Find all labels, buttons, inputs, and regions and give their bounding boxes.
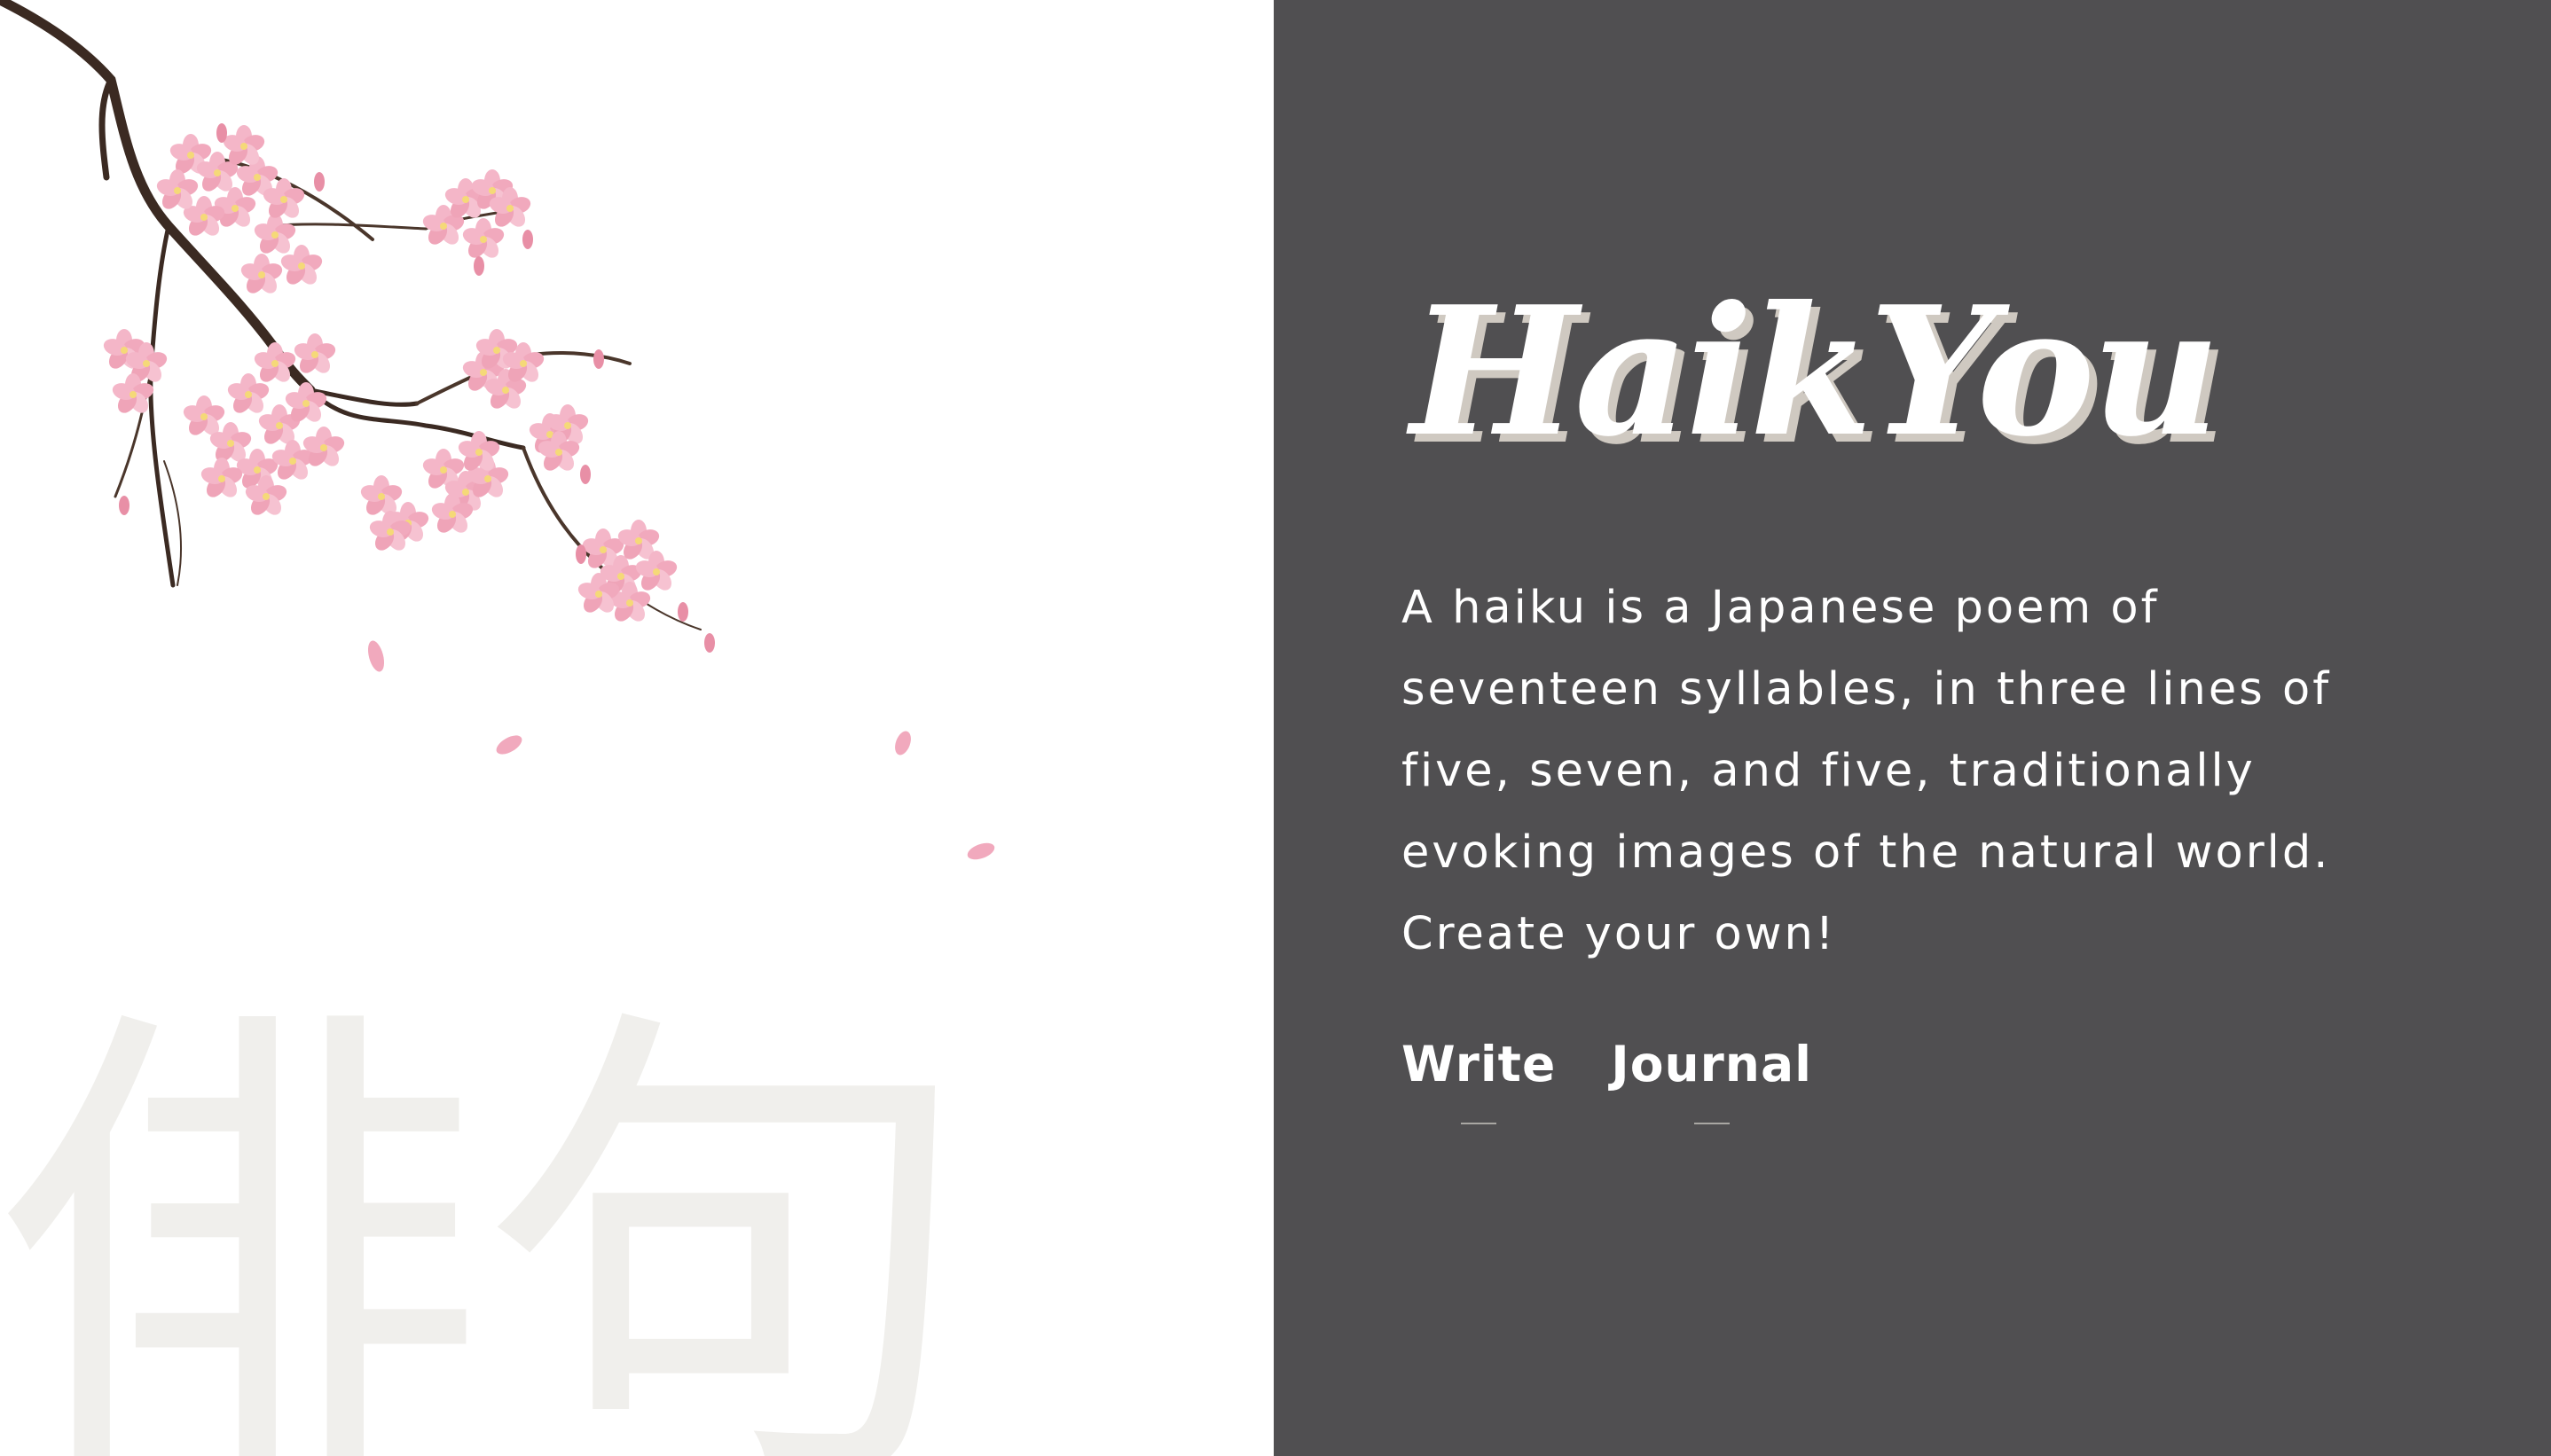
intro-line: five, seven, and five, traditionally (1401, 745, 2256, 797)
intro-line: A haiku is a Japanese poem of (1401, 582, 2160, 634)
main-nav: Write Journal (1401, 1029, 1812, 1124)
intro-line: Create your own! (1401, 908, 1837, 960)
blossom-cluster-tip (576, 520, 715, 653)
blossom-cluster-top (154, 123, 325, 297)
blossom-cluster-right (420, 169, 533, 276)
intro-description: A haiku is a Japanese poem of seventeen … (1401, 568, 2395, 975)
nav-link-label: Journal (1611, 1036, 1812, 1092)
falling-petals (367, 640, 995, 860)
haiku-kanji-watermark: 俳句 (0, 970, 976, 1456)
nav-link-write[interactable]: Write (1401, 1029, 1557, 1124)
nav-link-label: Write (1401, 1036, 1557, 1092)
nav-underline (1461, 1123, 1497, 1124)
nav-link-journal[interactable]: Journal (1611, 1029, 1812, 1124)
branch-stems (0, 0, 702, 630)
intro-line: evoking images of the natural world. (1401, 826, 2331, 879)
hero-illustration-pane: 俳句 (0, 0, 1274, 1456)
blossom-cluster-lower (358, 329, 604, 554)
nav-underline (1693, 1123, 1730, 1124)
intro-line: seventeen syllables, in three lines of (1401, 663, 2332, 716)
cherry-blossom-branch-icon (0, 0, 995, 860)
brand-logo: HaikYou (1410, 268, 2220, 476)
